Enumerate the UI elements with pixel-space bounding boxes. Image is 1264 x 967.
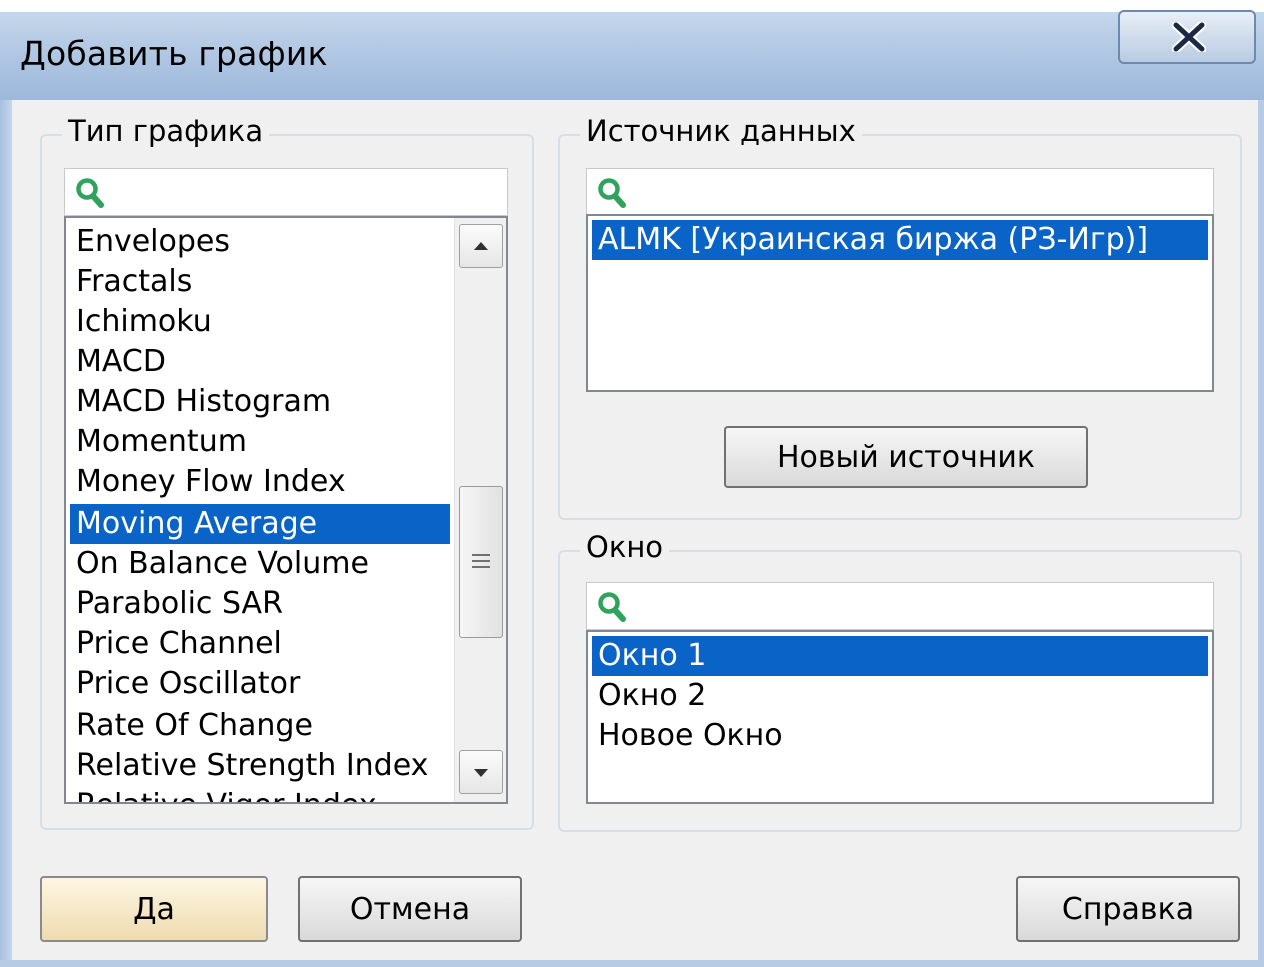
window-frame-left [0, 100, 12, 967]
window-frame-right [1258, 100, 1264, 967]
window-search-input[interactable] [633, 587, 1207, 627]
list-item[interactable]: Price Oscillator [70, 664, 450, 704]
list-item[interactable]: Money Flow Index [70, 462, 450, 502]
data-source-legend: Источник данных [580, 114, 862, 148]
chart-type-scrollbar[interactable] [454, 218, 506, 802]
search-icon [598, 178, 626, 208]
cancel-button[interactable]: Отмена [298, 876, 522, 942]
list-item-selected[interactable]: Moving Average [70, 504, 450, 544]
scroll-down-button[interactable] [459, 750, 503, 794]
data-source-search-box[interactable] [586, 168, 1214, 216]
scroll-thumb[interactable] [459, 486, 503, 638]
list-item[interactable]: Rate Of Change [70, 706, 450, 746]
list-item[interactable]: Relative Strength Index [70, 746, 450, 786]
list-item[interactable]: Momentum [70, 422, 450, 462]
window-legend: Окно [580, 530, 670, 564]
close-icon [1172, 22, 1206, 52]
search-icon [598, 592, 626, 622]
list-item[interactable]: Новое Окно [592, 716, 1208, 756]
arrow-up-icon [474, 242, 488, 250]
window-title: Добавить график [20, 34, 328, 73]
data-source-list[interactable]: ALMK [Украинская биржа (РЗ-Игр)] [586, 214, 1214, 392]
chart-type-search-box[interactable] [64, 168, 508, 216]
search-icon [76, 178, 104, 208]
list-item[interactable]: On Balance Volume [70, 544, 450, 584]
scroll-up-button[interactable] [459, 224, 503, 268]
chart-type-search-input[interactable] [111, 173, 501, 213]
list-item[interactable]: MACD [70, 342, 450, 382]
ok-button[interactable]: Да [40, 876, 268, 942]
list-item[interactable]: Parabolic SAR [70, 584, 450, 624]
window-list[interactable]: Окно 1 Окно 2 Новое Окно [586, 630, 1214, 804]
title-bar[interactable]: Добавить график [0, 0, 1264, 101]
list-item[interactable]: Ichimoku [70, 302, 450, 342]
list-item-selected[interactable]: ALMK [Украинская биржа (РЗ-Игр)] [592, 220, 1208, 260]
list-item[interactable]: Окно 2 [592, 676, 1208, 716]
list-item[interactable]: Price Channel [70, 624, 450, 664]
list-item[interactable]: Fractals [70, 262, 450, 302]
data-source-search-input[interactable] [633, 173, 1207, 213]
add-chart-dialog: Добавить график Тип графика Envelopes Fr… [0, 0, 1264, 967]
chart-type-list[interactable]: Envelopes Fractals Ichimoku MACD MACD Hi… [64, 216, 508, 804]
list-item-selected[interactable]: Окно 1 [592, 636, 1208, 676]
window-search-box[interactable] [586, 582, 1214, 630]
list-item[interactable]: MACD Histogram [70, 382, 450, 422]
close-button[interactable] [1118, 10, 1256, 64]
chart-type-legend: Тип графика [62, 114, 270, 148]
help-button[interactable]: Справка [1016, 876, 1240, 942]
new-source-button[interactable]: Новый источник [724, 426, 1088, 488]
window-frame-bottom [0, 960, 1264, 967]
arrow-down-icon [474, 769, 488, 777]
grip-icon [472, 554, 490, 568]
list-item[interactable]: Relative Vigor Index [70, 786, 450, 802]
list-item[interactable]: Envelopes [70, 222, 450, 262]
